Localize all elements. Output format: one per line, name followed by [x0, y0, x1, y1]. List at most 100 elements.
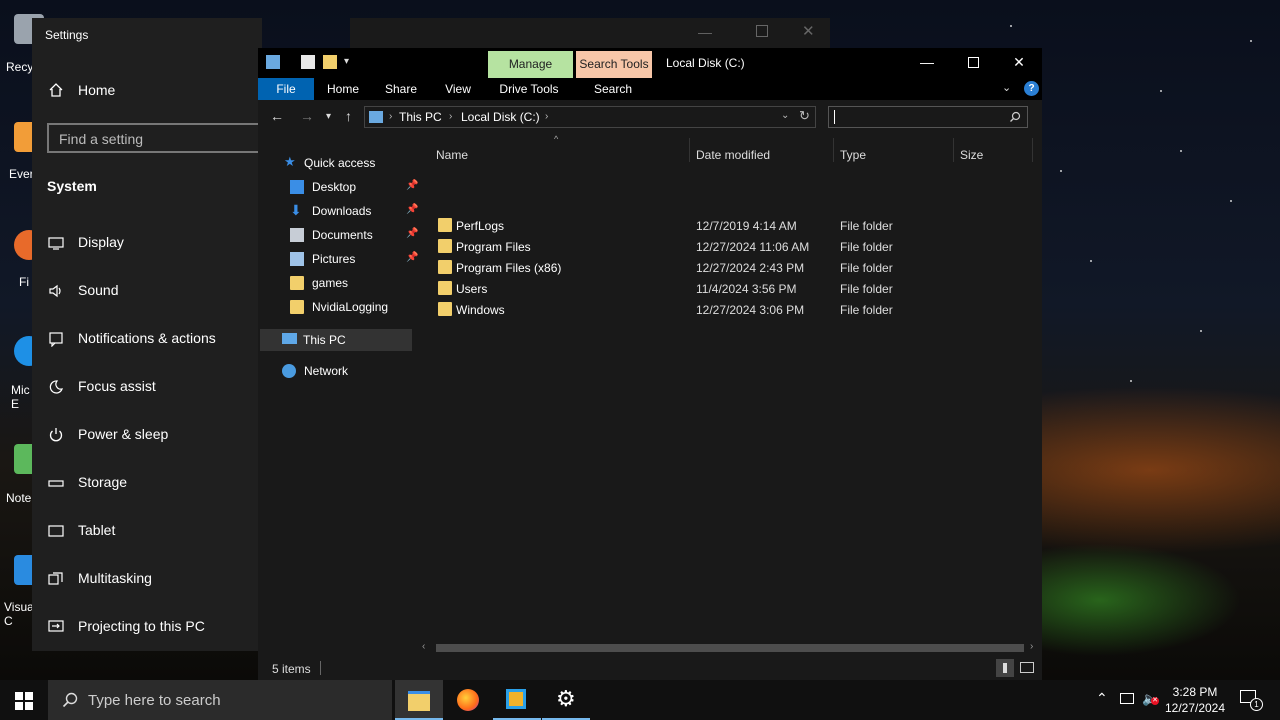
volume-muted-icon[interactable]: 🔈 ✕ — [1142, 691, 1159, 707]
settings-search-input[interactable]: Find a setting — [47, 123, 262, 153]
table-row[interactable]: Users 11/4/2024 3:56 PM File folder — [436, 279, 1036, 300]
file-type: File folder — [840, 240, 893, 254]
nav-item-this-pc[interactable]: This PC — [260, 329, 412, 351]
taskbar-clock[interactable]: 3:28 PM 12/27/2024 — [1163, 684, 1227, 716]
tab-view[interactable]: View — [434, 78, 482, 100]
folder-icon — [290, 300, 304, 314]
minimize-icon[interactable]: — — [698, 24, 712, 40]
nav-label: Network — [304, 364, 349, 378]
home-icon — [49, 83, 63, 97]
home-label: Home — [78, 82, 116, 98]
taskbar-app-remote[interactable] — [493, 680, 541, 720]
display-icon — [48, 237, 64, 250]
column-header-date-modified[interactable]: Date modified — [696, 148, 770, 162]
pin-icon: 📌 — [406, 204, 419, 215]
tab-share[interactable]: Share — [376, 78, 426, 100]
tab-file[interactable]: File — [258, 78, 314, 100]
expand-ribbon-icon[interactable]: ⌄ — [1002, 81, 1011, 94]
tab-drive-tools[interactable]: Drive Tools — [490, 78, 568, 100]
taskbar-app-settings[interactable]: ⚙ — [542, 680, 590, 720]
text-cursor — [834, 110, 835, 124]
close-button[interactable]: ✕ — [996, 48, 1042, 78]
help-icon[interactable]: ? — [1024, 81, 1039, 96]
search-icon — [1010, 111, 1021, 122]
chevron-right-icon: › — [545, 111, 549, 122]
tab-home[interactable]: Home — [318, 78, 368, 100]
file-name: Program Files — [456, 240, 531, 254]
table-row[interactable]: Program Files 12/27/2024 11:06 AM File f… — [436, 237, 1036, 258]
focus-assist-icon — [49, 380, 63, 394]
maximize-button[interactable] — [950, 48, 996, 78]
breadcrumb-this-pc[interactable]: This PC — [399, 110, 442, 124]
tab-search[interactable]: Search — [578, 78, 648, 100]
taskbar-app-firefox[interactable] — [444, 680, 492, 720]
nav-label: Documents — [312, 228, 373, 242]
settings-item-label: Storage — [78, 474, 128, 490]
horizontal-scrollbar[interactable]: ‹ › — [418, 640, 1042, 656]
back-arrow-icon[interactable]: ← — [270, 108, 284, 124]
scroll-left-icon[interactable]: ‹ — [422, 641, 425, 652]
refresh-icon[interactable]: ↻ — [799, 108, 810, 124]
settings-item-label: Notifications & actions — [78, 330, 216, 346]
status-divider — [320, 661, 321, 675]
new-folder-icon[interactable] — [323, 55, 337, 69]
breadcrumb-local-disk[interactable]: Local Disk (C:) — [461, 110, 540, 124]
file-explorer-icon — [408, 691, 430, 711]
explorer-search-input[interactable] — [828, 106, 1028, 128]
explorer-titlebar: ▾ Manage Search Tools Local Disk (C:) — … — [258, 48, 1042, 78]
file-name: Program Files (x86) — [456, 261, 562, 275]
clock-time: 3:28 PM — [1172, 685, 1218, 699]
chevron-right-icon: › — [449, 111, 453, 122]
taskbar-search-box[interactable]: Type here to search — [48, 680, 392, 720]
table-row[interactable]: PerfLogs 12/7/2019 4:14 AM File folder — [436, 216, 1036, 237]
scroll-right-icon[interactable]: › — [1030, 641, 1033, 652]
address-bar[interactable]: › This PC › Local Disk (C:) › ⌄ ↻ — [364, 106, 816, 128]
chevron-down-icon[interactable]: ⌄ — [781, 110, 789, 121]
column-divider[interactable] — [953, 138, 954, 162]
sound-icon — [49, 284, 61, 298]
settings-section-title: System — [47, 178, 97, 194]
start-button[interactable] — [15, 692, 33, 710]
column-header-type[interactable]: Type — [840, 148, 866, 162]
folder-icon — [290, 276, 304, 290]
sort-ascending-icon: ^ — [554, 134, 559, 144]
file-type: File folder — [840, 261, 893, 275]
minimize-icon: — — [920, 54, 934, 70]
file-name: Windows — [456, 303, 505, 317]
windows-logo-icon — [15, 692, 33, 710]
column-divider[interactable] — [833, 138, 834, 162]
column-divider[interactable] — [689, 138, 690, 162]
column-header-name[interactable]: Name — [436, 148, 468, 162]
action-center-button[interactable]: 1 — [1240, 690, 1263, 711]
column-divider[interactable] — [1032, 138, 1033, 162]
file-type: File folder — [840, 303, 893, 317]
tab-manage[interactable]: Manage — [488, 51, 573, 78]
table-row[interactable]: Windows 12/27/2024 3:06 PM File folder — [436, 300, 1036, 321]
taskbar: Type here to search ⚙ ⌃ 🔈 ✕ 3:28 PM 12/27… — [0, 680, 1280, 720]
properties-icon[interactable] — [301, 55, 315, 69]
forward-arrow-icon[interactable]: → — [300, 108, 314, 124]
minimize-button[interactable]: — — [904, 48, 950, 78]
tab-search-tools[interactable]: Search Tools — [576, 51, 652, 78]
settings-item-label: Tablet — [78, 522, 116, 538]
network-tray-icon[interactable] — [1120, 693, 1134, 704]
customize-toolbar-icon[interactable]: ▾ — [344, 56, 349, 67]
chevron-right-icon: › — [389, 111, 393, 122]
large-icons-view-icon[interactable] — [1020, 662, 1034, 673]
desktop-icon-label: Ever — [9, 167, 34, 181]
maximize-icon[interactable] — [756, 25, 768, 37]
address-bar-row: ← → ▾ ↑ › This PC › Local Disk (C:) › ⌄ … — [258, 100, 1042, 136]
up-arrow-icon[interactable]: ↑ — [345, 108, 352, 124]
taskbar-app-file-explorer[interactable] — [395, 680, 443, 720]
chevron-up-icon[interactable]: ⌃ — [1096, 690, 1108, 707]
table-row[interactable]: Program Files (x86) 12/27/2024 2:43 PM F… — [436, 258, 1036, 279]
ribbon-tabs: File Home Share View Drive Tools Search … — [258, 78, 1042, 100]
details-view-button[interactable] — [996, 659, 1014, 677]
projecting-icon — [48, 620, 64, 632]
recent-locations-icon[interactable]: ▾ — [326, 111, 331, 122]
scrollbar-thumb[interactable] — [436, 644, 1024, 652]
settings-title: Settings — [45, 28, 89, 42]
app-window-icon — [506, 689, 526, 709]
column-header-size[interactable]: Size — [960, 148, 983, 162]
close-icon[interactable]: ✕ — [802, 22, 815, 40]
